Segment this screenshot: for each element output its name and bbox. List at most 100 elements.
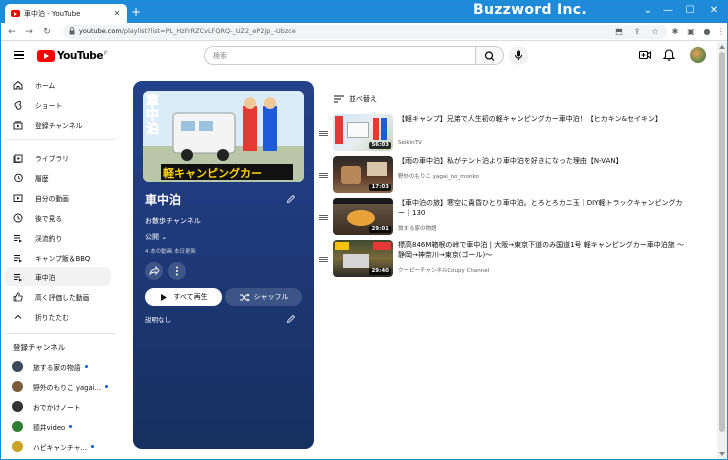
maximize-button[interactable]: ☐: [681, 3, 699, 19]
vertical-scrollbar[interactable]: [717, 42, 727, 459]
sidebar-item-playlist-shachuhaku[interactable]: 車中泊: [5, 267, 111, 286]
thumbnail-window: [367, 162, 387, 176]
minimize-button[interactable]: —: [659, 3, 677, 19]
visibility-dropdown[interactable]: 公開 ⌄: [145, 232, 167, 242]
sidebar-item-library[interactable]: ライブラリ: [5, 148, 111, 167]
shuffle-icon: [239, 292, 250, 302]
sidebar-item-playlist-camp[interactable]: キャンプ飯＆BBQ: [5, 248, 111, 267]
install-icon[interactable]: ⬒: [613, 25, 625, 39]
playlist-thumbnail[interactable]: 車中泊 軽キャンピングカー: [143, 91, 304, 182]
sidebar-item-playlist-fishing[interactable]: 渓流釣り: [5, 228, 111, 247]
subscription-item[interactable]: ハピキャンチャ...: [5, 437, 111, 456]
scroll-down-arrow[interactable]: [719, 452, 725, 456]
duration-badge: 29:01: [369, 226, 391, 233]
share-icon[interactable]: ⇪: [631, 25, 643, 39]
menu-icon[interactable]: ⋮: [715, 25, 727, 39]
url-field[interactable]: youtube.com/playlist?list=PL_HzFrRZCvLFQ…: [63, 25, 667, 39]
drag-handle-icon[interactable]: [319, 173, 328, 178]
video-thumbnail[interactable]: 56:03: [333, 114, 393, 151]
back-button[interactable]: ←: [6, 25, 18, 39]
edit-title-icon[interactable]: [286, 194, 296, 204]
sidebar-item-your-videos[interactable]: 自分の動画: [5, 188, 111, 207]
new-tab-button[interactable]: +: [131, 4, 141, 20]
video-channel[interactable]: クーピーチャンネルCoupy Channel: [398, 266, 489, 274]
playlist-video-row[interactable]: 29:01 【車中泊の旅】寒空に貴昏ひとり車中泊。とろとろカニ玉｜DIY軽トラッ…: [319, 198, 691, 238]
forward-button[interactable]: →: [23, 25, 35, 39]
chevron-down-icon[interactable]: ⌄: [639, 3, 657, 19]
share-button[interactable]: [145, 262, 163, 280]
sidebar-item-collapse[interactable]: 折りたたむ: [5, 307, 111, 326]
playlist-owner[interactable]: お散歩チャンネル: [145, 216, 201, 226]
subscription-item[interactable]: おでかけノート: [5, 397, 111, 416]
browser-tab[interactable]: 車中泊 - YouTube ✕: [5, 4, 127, 23]
video-channel[interactable]: SeikinTV: [398, 140, 422, 146]
duration-badge: 17:03: [369, 184, 391, 191]
profile-icon[interactable]: ●: [701, 25, 713, 39]
video-title[interactable]: 標高846M箱根の峠で車中泊 | 大阪→東京下道のみ国道1号 軽キャンピングカー…: [398, 240, 688, 260]
video-title[interactable]: 【雨の車中泊】私がテント泊より車中泊を好きになった理由【N-VAN】: [398, 156, 688, 166]
youtube-logo[interactable]: YouTube JP: [37, 49, 108, 63]
sidebar-item-home[interactable]: ホーム: [5, 75, 111, 94]
search-input[interactable]: 検索: [204, 46, 476, 65]
playlist-description: 説明なし: [145, 316, 171, 324]
thumbnail-person: [381, 118, 387, 140]
playlist-video-row[interactable]: 56:03 【軽キャンプ】兄弟で人生初の軽キャンピングカー車中泊！【ヒカキン&セ…: [319, 114, 691, 154]
scroll-up-arrow[interactable]: [719, 45, 725, 49]
thumbnail-text-top: 車中泊: [146, 94, 160, 137]
sort-button[interactable]: 並べ替え: [334, 94, 377, 104]
channel-avatar: [12, 381, 23, 392]
playlist-video-row[interactable]: 17:03 【雨の車中泊】私がテント泊より車中泊を好きになった理由【N-VAN】…: [319, 156, 691, 196]
video-title[interactable]: 【車中泊の旅】寒空に貴昏ひとり車中泊。とろとろカニ玉｜DIY軽トラックキャンピン…: [398, 198, 688, 218]
scrollbar-thumb[interactable]: [719, 52, 725, 432]
voice-search-button[interactable]: [509, 46, 528, 65]
subscription-item[interactable]: 野外のもりこ yagai...: [5, 377, 111, 396]
video-title[interactable]: 【軽キャンプ】兄弟で人生初の軽キャンピングカー車中泊！【ヒカキン&セイキン】: [398, 114, 688, 124]
subscription-item[interactable]: 德井video: [5, 417, 111, 436]
library-icon: [13, 154, 23, 163]
drag-handle-icon[interactable]: [319, 257, 328, 262]
video-channel[interactable]: 野外のもりこ yagai_no_moriko: [398, 172, 479, 180]
subscription-item[interactable]: 旅する家の物語: [5, 357, 111, 376]
sidebar-item-history[interactable]: 履歴: [5, 168, 111, 187]
extensions-icon[interactable]: ✱: [669, 25, 681, 39]
sidebar-item-shorts[interactable]: ショート: [5, 95, 111, 114]
thumbnail-label: [373, 242, 391, 250]
create-video-icon[interactable]: [638, 48, 652, 62]
play-all-button[interactable]: すべて再生: [145, 288, 222, 306]
video-thumbnail[interactable]: 29:01: [333, 198, 393, 235]
video-channel[interactable]: 旅する家の物語: [398, 224, 437, 232]
browser-window: 車中泊 - YouTube ✕ + Buzzword Inc. ⌄ — ☐ ✕ …: [0, 0, 728, 460]
close-button[interactable]: ✕: [705, 3, 723, 19]
playlist-title: 車中泊: [145, 193, 182, 207]
video-thumbnail[interactable]: 17:03: [333, 156, 393, 193]
duration-badge: 29:40: [369, 268, 391, 275]
star-icon[interactable]: ☆: [649, 25, 661, 39]
more-actions-button[interactable]: [168, 262, 186, 280]
search-placeholder: 検索: [213, 52, 227, 60]
shuffle-button[interactable]: シャッフル: [225, 288, 302, 306]
channel-avatar: [12, 421, 23, 432]
url-text: youtube.com/playlist?list=PL_HzFrRZCvLFQ…: [79, 27, 296, 35]
account-avatar[interactable]: [690, 47, 706, 63]
video-thumbnail[interactable]: 29:40: [333, 240, 393, 277]
hamburger-menu-icon[interactable]: [14, 51, 24, 59]
edit-description-icon[interactable]: [286, 314, 296, 324]
more-vert-icon: [176, 266, 178, 276]
drag-handle-icon[interactable]: [319, 131, 328, 136]
notifications-icon[interactable]: [662, 48, 676, 62]
channel-avatar: [12, 361, 23, 372]
thumbnail-person: [341, 166, 361, 184]
sidebar-item-subscriptions[interactable]: 登録チャンネル: [5, 115, 111, 134]
search-button[interactable]: [476, 46, 504, 65]
sidebar-divider: [5, 139, 115, 140]
reload-button[interactable]: ↻: [41, 25, 53, 39]
playlist-video-row[interactable]: 29:40 標高846M箱根の峠で車中泊 | 大阪→東京下道のみ国道1号 軽キャ…: [319, 240, 691, 280]
your-videos-icon: [13, 194, 23, 202]
sidebar-item-watch-later[interactable]: 後で見る: [5, 208, 111, 227]
thumbnail-accent: [335, 116, 343, 144]
thumbnail-dish: [347, 210, 375, 226]
sidepanel-icon[interactable]: ▣: [685, 25, 697, 39]
drag-handle-icon[interactable]: [319, 215, 328, 220]
sidebar-item-liked[interactable]: 高く評価した動画: [5, 287, 111, 306]
tab-close-icon[interactable]: ✕: [111, 9, 123, 18]
